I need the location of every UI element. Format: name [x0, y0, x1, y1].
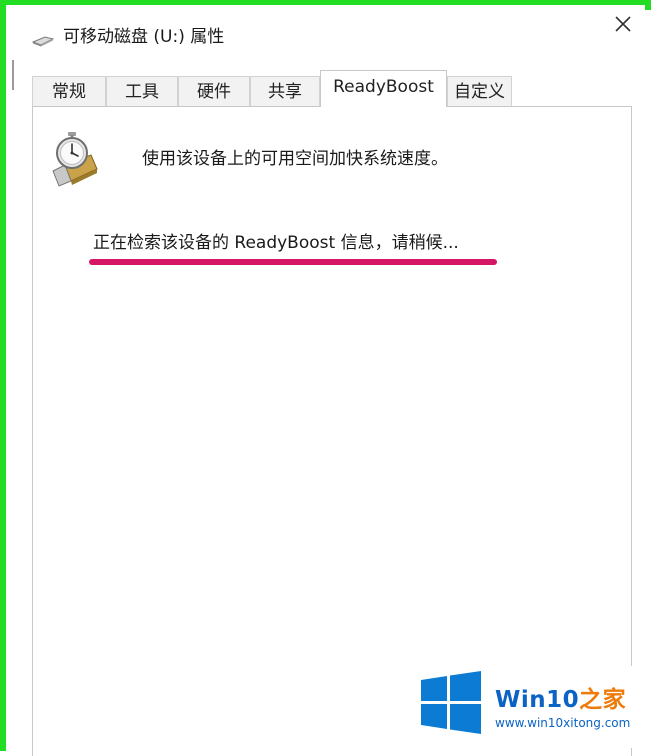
- close-button[interactable]: [602, 10, 642, 44]
- watermark-url: www.win10xitong.com: [495, 716, 631, 730]
- tab-general[interactable]: 常规: [32, 76, 106, 106]
- highlight-underline: [89, 259, 497, 265]
- readyboost-description: 使用该设备上的可用空间加快系统速度。: [142, 149, 448, 169]
- readyboost-status: 正在检索该设备的 ReadyBoost 信息，请稍候...: [93, 233, 459, 253]
- tab-hardware[interactable]: 硬件: [178, 76, 250, 106]
- screenshot-frame: 可移动磁盘 (U:) 属性 常规 工具 硬件 共享 ReadyBoost 自定义: [0, 0, 651, 756]
- readyboost-panel: 使用该设备上的可用空间加快系统速度。 正在检索该设备的 ReadyBoost 信…: [32, 106, 632, 756]
- windows-logo-icon: [419, 670, 483, 734]
- tab-customize[interactable]: 自定义: [447, 76, 512, 106]
- readyboost-stopwatch-icon: [51, 131, 99, 187]
- tab-readyboost[interactable]: ReadyBoost: [320, 70, 447, 107]
- watermark: Win10之家 www.win10xitong.com: [419, 666, 645, 748]
- window-edge: [12, 60, 14, 90]
- watermark-brand: Win10之家: [495, 687, 627, 713]
- title-bar[interactable]: 可移动磁盘 (U:) 属性: [12, 10, 651, 60]
- close-icon: [615, 16, 631, 32]
- properties-dialog: 可移动磁盘 (U:) 属性 常规 工具 硬件 共享 ReadyBoost 自定义: [12, 10, 651, 756]
- window-title: 可移动磁盘 (U:) 属性: [63, 27, 225, 47]
- tab-strip: 常规 工具 硬件 共享 ReadyBoost 自定义: [32, 70, 632, 107]
- tab-tools[interactable]: 工具: [106, 76, 178, 106]
- usb-drive-icon: [31, 32, 55, 47]
- tab-sharing[interactable]: 共享: [250, 76, 320, 106]
